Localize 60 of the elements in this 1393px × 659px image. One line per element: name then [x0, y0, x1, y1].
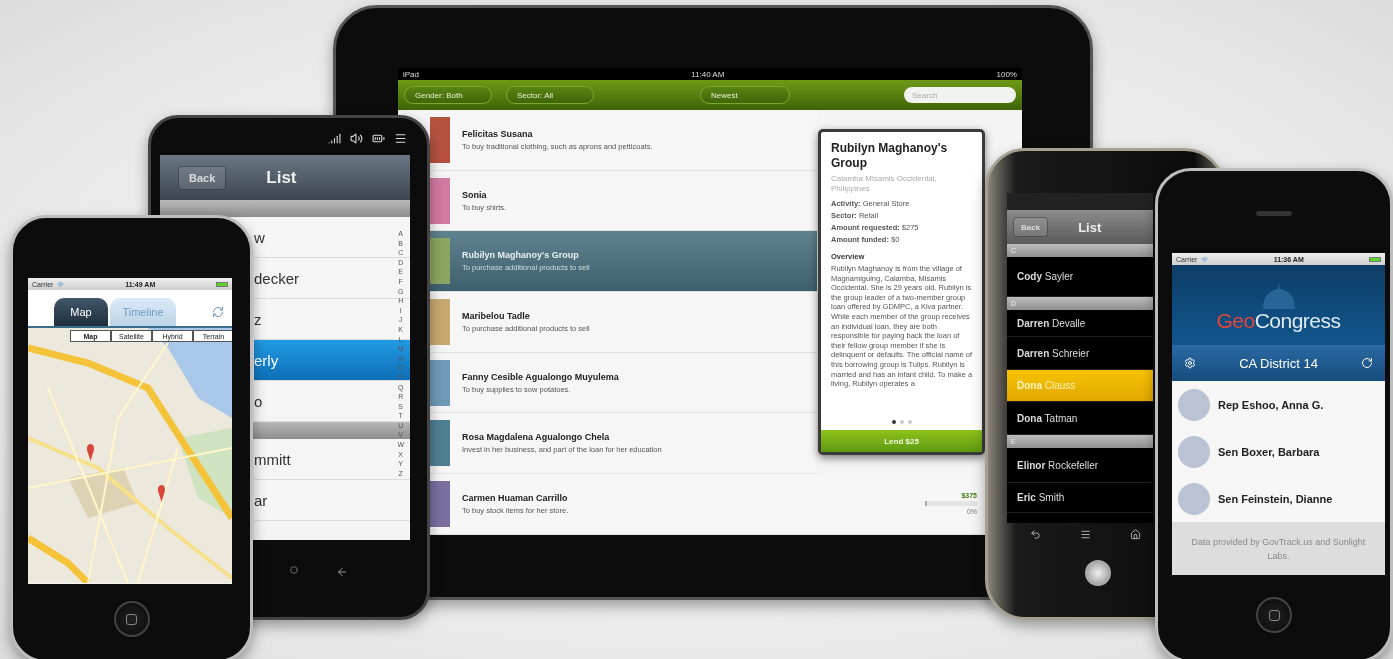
home-button[interactable]	[1256, 597, 1292, 633]
photo-placeholder	[430, 298, 450, 345]
borrower-name: Rubilyn Maghanoy's Group	[462, 250, 579, 261]
volume-icon	[350, 132, 363, 145]
settings-button[interactable]	[1184, 357, 1196, 369]
back-arrow-icon[interactable]	[335, 566, 348, 578]
app-logo-text: Geo	[1216, 309, 1255, 333]
borrower-name: Felicitas Susana	[462, 128, 533, 139]
page-dot[interactable]	[891, 420, 896, 424]
refresh-button[interactable]	[1361, 357, 1373, 369]
battery-text: 100%	[996, 69, 1017, 79]
borrower-name: Sonia	[462, 189, 487, 200]
photo-placeholder	[430, 238, 450, 285]
screen-title: List	[266, 167, 297, 188]
screen-title: List	[1078, 219, 1102, 235]
trackball[interactable]	[1085, 560, 1111, 586]
app-logo-text: Congress	[1254, 309, 1341, 333]
wifi-icon	[57, 280, 65, 288]
member-name: Sen Feinstein, Dianne	[1218, 492, 1333, 505]
filter-button[interactable]: Gender: Both	[404, 86, 492, 104]
page-dot[interactable]	[907, 420, 912, 424]
member-name: Rep Eshoo, Anna G.	[1218, 398, 1324, 411]
photo-placeholder	[430, 420, 450, 467]
avatar	[1178, 388, 1210, 421]
detail-title: Rubilyn Maghanoy's Group	[831, 141, 949, 171]
menu-icon	[394, 132, 407, 145]
battery-icon	[372, 132, 385, 145]
home-icon[interactable]	[1129, 529, 1141, 540]
home-button[interactable]	[113, 601, 150, 637]
photo-placeholder	[430, 177, 450, 224]
borrower-name: Fanny Cesible Agualongo Muyulema	[462, 371, 619, 382]
signal-icon	[328, 132, 341, 145]
photo-placeholder	[430, 116, 450, 163]
speaker-grille	[1256, 211, 1292, 216]
district-title: CA District 14	[1239, 355, 1318, 371]
filter-button[interactable]: Sector: All	[506, 86, 594, 104]
battery-icon	[216, 281, 228, 287]
borrower-name: Rosa Magdalena Agualongo Chela	[462, 432, 610, 443]
wifi-icon	[1201, 255, 1209, 263]
battery-icon	[1369, 256, 1381, 262]
tab[interactable]: Map	[54, 298, 108, 326]
back-icon[interactable]	[1029, 529, 1041, 540]
filter-button[interactable]: Newest	[700, 86, 790, 104]
avatar	[1178, 435, 1210, 468]
borrower-name: Carmen Huaman Carrillo	[462, 492, 568, 503]
progress-track	[925, 501, 977, 507]
clock-text: 11:40 AM	[691, 69, 725, 79]
data-credit: Data provided by GovTrack.us and Sunlight Labs.	[1190, 535, 1367, 563]
photo-placeholder	[430, 359, 450, 406]
menu-icon[interactable]	[1079, 529, 1091, 540]
page-dot[interactable]	[899, 420, 904, 424]
search-field[interactable]: Search	[904, 87, 1016, 103]
avatar	[1178, 482, 1210, 515]
device-label: iPad	[403, 69, 419, 79]
borrower-name: Maribelou Tadle	[462, 310, 530, 321]
refresh-icon[interactable]	[212, 306, 224, 318]
photo-placeholder	[430, 480, 450, 527]
back-button[interactable]: Back	[178, 165, 227, 190]
member-name: Sen Boxer, Barbara	[1218, 445, 1320, 458]
detail-location: Calamba Misamis Occidental, Philippines	[831, 174, 938, 194]
